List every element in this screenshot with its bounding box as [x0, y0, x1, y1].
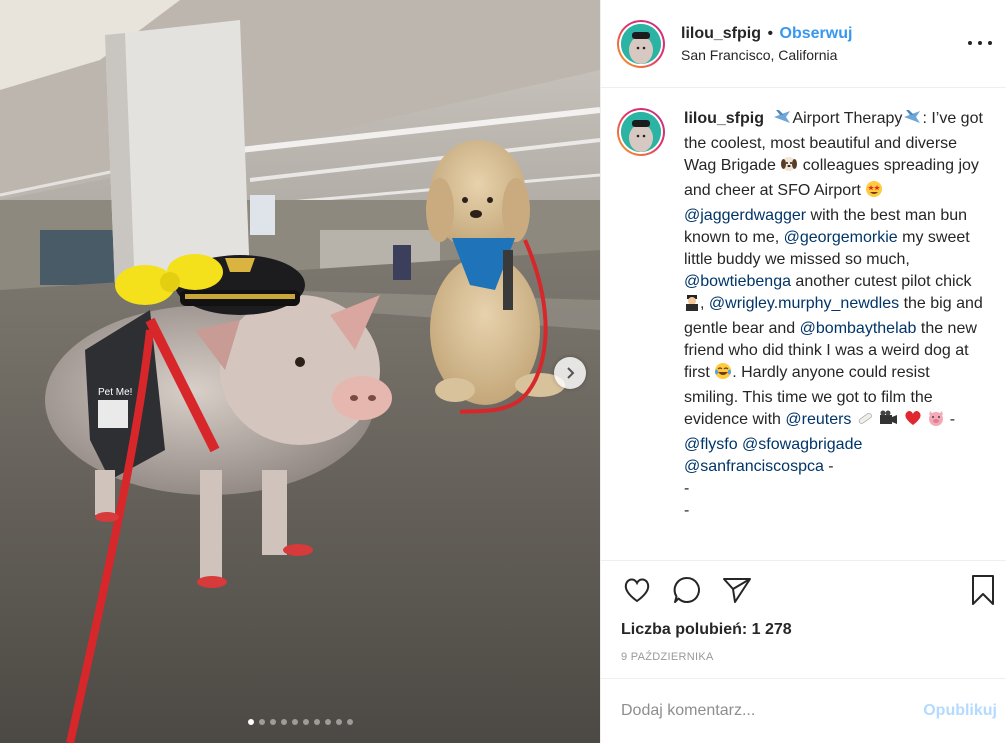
mention-link[interactable]: @sfowagbrigade [742, 436, 862, 453]
bandage-icon [856, 409, 874, 434]
star-struck-icon [865, 180, 883, 205]
caption-text: , [700, 295, 709, 312]
post-photo[interactable]: Pet Me! [0, 0, 600, 743]
post-side-panel: lilou_sfpig • Obserwuj San Francisco, Ca… [600, 0, 1006, 743]
post-header: lilou_sfpig • Obserwuj San Francisco, Ca… [601, 0, 1006, 88]
carousel-dot [335, 719, 342, 725]
caption-text: - [684, 502, 690, 519]
comment-input[interactable] [621, 702, 924, 720]
carousel-dot [291, 719, 298, 725]
svg-text:Pet Me!: Pet Me! [98, 387, 132, 398]
caption-text: Airport Therapy [792, 110, 903, 127]
carousel-dot [269, 719, 276, 725]
header-username[interactable]: lilou_sfpig [681, 25, 761, 42]
mention-link[interactable]: @georgemorkie [784, 229, 898, 246]
comment-button[interactable] [671, 574, 703, 606]
mention-link[interactable]: @bombaythelab [800, 320, 917, 337]
airport-photo: Pet Me! [0, 0, 600, 743]
caption-text: another cutest pilot chick [790, 273, 972, 290]
share-button[interactable] [721, 574, 753, 606]
pig-face-icon [927, 409, 945, 434]
carousel-indicator [0, 719, 600, 725]
carousel-dot [346, 719, 353, 725]
mention-link[interactable]: @sanfranciscospca [684, 458, 824, 475]
caption-avatar[interactable] [617, 108, 665, 156]
pilot-icon [684, 293, 700, 318]
bookmark-icon [972, 575, 994, 605]
post-location[interactable]: San Francisco, California [681, 46, 852, 64]
instagram-post: Pet Me! lilou_sfpig • Obserwuj San Franc… [0, 0, 1006, 743]
caption-text: - [945, 411, 956, 428]
mention-link[interactable]: @wrigley.murphy_newdles [709, 295, 899, 312]
separator-dot: • [767, 24, 774, 42]
post-caption: lilou_sfpig Airport Therapy: I’ve got th… [684, 108, 984, 560]
airplane-icon [772, 108, 792, 133]
post-date[interactable]: 9 PAŹDZIERNIKA [601, 651, 1006, 663]
likes-count[interactable]: Liczba polubień: 1 278 [601, 620, 1006, 640]
caption-username[interactable]: lilou_sfpig [684, 110, 764, 127]
caption-text: - [823, 458, 834, 475]
dog-face-icon [780, 155, 798, 180]
carousel-dot [313, 719, 320, 725]
carousel-dot [247, 719, 254, 725]
carousel-dot [280, 719, 287, 725]
like-button[interactable] [621, 574, 653, 606]
caption-text: - [684, 480, 690, 497]
mention-link[interactable]: @bowtiebenga [684, 273, 791, 290]
post-actions: Liczba polubień: 1 278 9 PAŹDZIERNIKA [601, 560, 1006, 663]
airplane-icon [902, 108, 922, 133]
avatar-image [621, 23, 661, 64]
carousel-dot [324, 719, 331, 725]
tears-of-joy-icon [714, 362, 732, 387]
chevron-right-icon [567, 367, 575, 379]
carousel-dot [302, 719, 309, 725]
comment-form: Opublikuj [601, 678, 1006, 743]
paper-plane-icon [723, 578, 751, 603]
follow-button[interactable]: Obserwuj [780, 25, 853, 42]
avatar[interactable] [617, 19, 665, 68]
carousel-dot [258, 719, 265, 725]
camera-icon [878, 409, 898, 434]
speech-bubble-icon [673, 576, 700, 603]
mention-link[interactable]: @jaggerdwagger [684, 207, 806, 224]
avatar-image [621, 112, 661, 152]
ellipsis-icon[interactable] [968, 33, 992, 53]
save-button[interactable] [967, 574, 999, 606]
heart-icon [903, 409, 923, 434]
post-comment-button[interactable]: Opublikuj [923, 702, 997, 720]
carousel-next-button[interactable] [554, 357, 586, 389]
caption-area: lilou_sfpig Airport Therapy: I’ve got th… [601, 88, 1006, 560]
heart-outline-icon [624, 578, 650, 603]
mention-link[interactable]: @flysfo [684, 436, 738, 453]
mention-link[interactable]: @reuters [785, 411, 851, 428]
